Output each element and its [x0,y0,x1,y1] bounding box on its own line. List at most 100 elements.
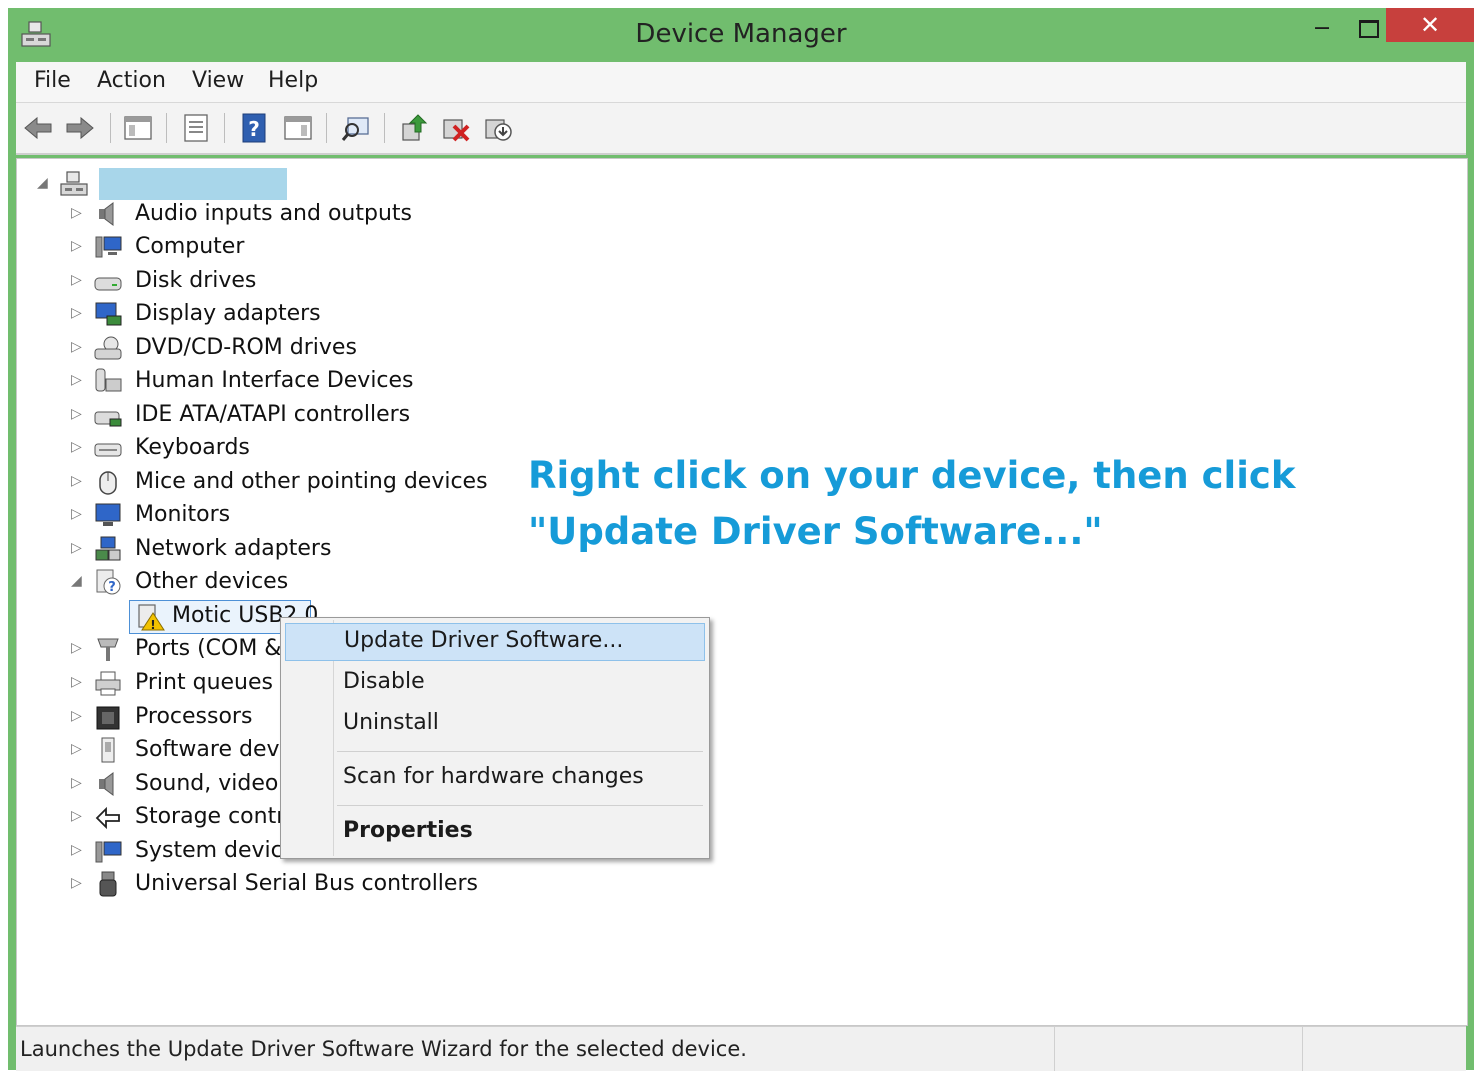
device-tree[interactable]: ◢ ▷ Audio inputs and outputs ▷ Computer ▷ Dis… [16,158,1468,1026]
tree-category-label: Other devices [135,569,289,594]
warning-device-icon: ! [138,604,165,631]
update-driver-label: Update Driver Software... [344,628,624,653]
expand-triangle-icon[interactable]: ▷ [71,640,82,656]
tree-category-row[interactable]: ▷ Human Interface Devices [67,366,487,396]
monitor-icon [95,503,121,526]
show-hide-action-pane-icon[interactable] [282,112,314,144]
expand-triangle-icon[interactable]: ▷ [71,808,82,824]
tree-category-label: Sound, video a [135,771,299,796]
menu-uninstall[interactable]: Uninstall [285,706,703,742]
menu-help[interactable]: Help [268,68,318,93]
tree-category-row[interactable]: ▷ Keyboards [67,433,487,463]
processor-icon [96,706,120,730]
menu-file[interactable]: File [34,68,71,93]
menu-update-driver-software[interactable]: Update Driver Software... [285,623,705,661]
tree-category-row[interactable]: ▷ Computer [67,232,487,262]
tree-category-row[interactable]: ▷ Network adapters [67,534,487,564]
disable-device-icon[interactable] [482,112,514,144]
expand-triangle-icon[interactable]: ▷ [71,439,82,455]
menu-action[interactable]: Action [97,68,166,93]
status-divider [1054,1027,1055,1071]
uninstall-label: Uninstall [343,710,439,735]
printer-icon [95,671,121,696]
mouse-icon [99,471,117,495]
expand-triangle-icon[interactable]: ▷ [71,842,82,858]
menu-bar: File Action View Help [16,62,1466,103]
storage-icon [95,806,120,830]
tree-category-row[interactable]: ▷ Audio inputs and outputs [67,199,487,229]
expand-triangle-icon[interactable]: ▷ [71,372,82,388]
window-title: Device Manager [635,19,847,49]
back-arrow-icon[interactable] [22,112,54,144]
menu-disable[interactable]: Disable [285,665,703,701]
tree-category-row[interactable]: ▷ Disk drives [67,266,487,296]
uninstall-device-icon[interactable] [440,112,472,144]
expand-triangle-icon[interactable]: ▷ [71,540,82,556]
show-hide-console-tree-icon[interactable] [122,112,154,144]
computer-root-icon [60,171,88,196]
tree-category-row[interactable]: ▷ IDE ATA/ATAPI controllers [67,400,487,430]
help-icon[interactable]: ? [238,112,270,144]
status-divider [1302,1027,1303,1071]
tree-category-label: Storage contro [135,804,299,829]
tree-category-row[interactable]: ▷ DVD/CD-ROM drives [67,333,487,363]
expand-triangle-icon[interactable]: ▷ [71,305,82,321]
expand-triangle-icon[interactable]: ▷ [71,775,82,791]
update-driver-icon[interactable] [398,112,430,144]
close-button[interactable]: ✕ [1386,8,1474,42]
tree-category-label: Ports (COM & [135,636,282,661]
port-icon [97,638,119,661]
tree-category-label: Universal Serial Bus controllers [135,871,478,896]
tree-category-label: Keyboards [135,435,250,460]
svg-text:!: ! [150,618,155,631]
expand-triangle-icon[interactable]: ▷ [71,238,82,254]
expand-triangle-icon[interactable]: ▷ [71,674,82,690]
instruction-line-1: Right click on your device, then click [528,454,1296,497]
expand-triangle-icon[interactable]: ▷ [71,272,82,288]
tree-category-row[interactable]: ▷ Universal Serial Bus controllers [67,869,487,899]
instruction-annotation: Right click on your device, then click "… [528,448,1295,560]
toolbar-separator [326,113,327,143]
tree-category-label: Monitors [135,502,231,527]
expand-triangle-icon[interactable]: ▷ [71,339,82,355]
expand-triangle-icon[interactable]: ▷ [71,205,82,221]
expand-triangle-icon[interactable]: ▷ [71,406,82,422]
ide-controller-icon [94,411,122,427]
collapse-triangle-icon[interactable]: ◢ [37,175,48,191]
tree-category-label: Network adapters [135,536,332,561]
expand-triangle-icon[interactable]: ▷ [71,708,82,724]
scan-label: Scan for hardware changes [343,764,644,789]
scan-hardware-icon[interactable] [340,112,372,144]
expand-triangle-icon[interactable]: ▷ [71,506,82,522]
tree-category-row[interactable]: ◢? Other devices [67,567,487,597]
tree-category-label: Processors [135,704,253,729]
tree-category-label: DVD/CD-ROM drives [135,335,357,360]
usb-icon [99,871,117,897]
properties-sheet-icon[interactable] [180,112,212,144]
tree-category-label: Software devic [135,737,298,762]
instruction-line-2: "Update Driver Software..." [528,510,1103,553]
menu-properties[interactable]: Properties [285,814,703,850]
context-menu-separator [337,751,703,752]
toolbar-separator [384,113,385,143]
computer-name-redacted [99,168,287,200]
menu-scan-hardware[interactable]: Scan for hardware changes [285,760,703,796]
title-bar[interactable]: Device Manager ‒ ✕ [8,8,1474,62]
toolbar-separator [224,113,225,143]
forward-arrow-icon[interactable] [64,112,96,144]
tree-category-row[interactable]: ▷ Display adapters [67,299,487,329]
speaker-icon [99,772,114,796]
expand-triangle-icon[interactable]: ▷ [71,473,82,489]
minimize-button[interactable]: ‒ [1292,12,1352,48]
keyboard-icon [94,443,122,457]
tree-category-row[interactable]: ▷ Mice and other pointing devices [67,467,488,497]
menu-view[interactable]: View [192,68,244,93]
context-menu-separator [337,805,703,806]
tree-category-row[interactable]: ▷ Monitors [67,500,487,530]
tree-category-label: Mice and other pointing devices [135,469,488,494]
expand-triangle-icon[interactable]: ▷ [71,741,82,757]
tree-root[interactable]: ◢ [35,168,335,200]
svg-text:?: ? [108,580,116,595]
collapse-triangle-icon[interactable]: ◢ [71,573,82,589]
expand-triangle-icon[interactable]: ▷ [71,875,82,891]
